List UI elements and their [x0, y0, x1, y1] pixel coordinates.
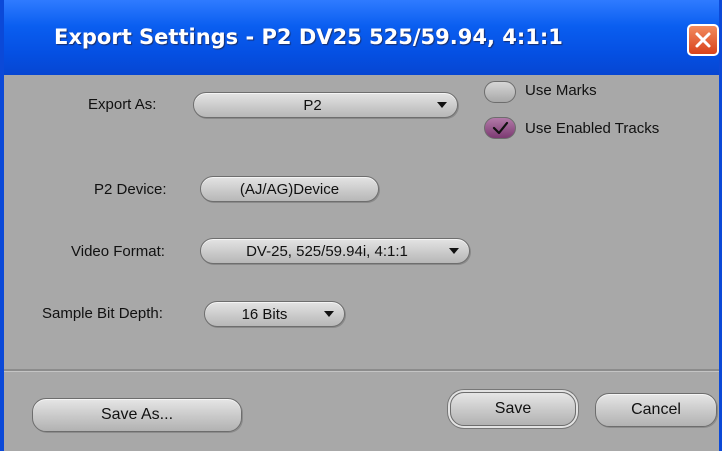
- title-bar[interactable]: Export Settings - P2 DV25 525/59.94, 4:1…: [4, 0, 719, 75]
- video-format-dropdown[interactable]: DV-25, 525/59.94i, 4:1:1: [200, 238, 470, 264]
- close-icon: [695, 32, 711, 48]
- chevron-down-icon: [324, 311, 334, 317]
- use-enabled-tracks-checkbox[interactable]: [484, 117, 516, 139]
- dialog-content: Export As: P2 Use Marks Use Enabled Trac…: [4, 75, 719, 451]
- sample-bit-depth-value: 16 Bits: [241, 305, 288, 323]
- export-as-label: Export As:: [88, 96, 157, 113]
- save-button[interactable]: Save: [450, 392, 576, 426]
- export-settings-dialog: Export Settings - P2 DV25 525/59.94, 4:1…: [0, 0, 722, 451]
- use-marks-checkbox[interactable]: [484, 81, 516, 103]
- cancel-button[interactable]: Cancel: [595, 393, 717, 427]
- use-marks-label: Use Marks: [525, 82, 597, 99]
- p2-device-value: (AJ/AG)Device: [239, 180, 340, 198]
- p2-device-label: P2 Device:: [94, 181, 167, 198]
- video-format-label: Video Format:: [71, 243, 165, 260]
- chevron-down-icon: [437, 102, 447, 108]
- use-enabled-tracks-label: Use Enabled Tracks: [525, 120, 660, 137]
- video-format-value: DV-25, 525/59.94i, 4:1:1: [246, 242, 408, 260]
- sample-bit-depth-label: Sample Bit Depth:: [42, 305, 163, 322]
- export-as-dropdown[interactable]: P2: [193, 92, 458, 118]
- sample-bit-depth-dropdown[interactable]: 16 Bits: [204, 301, 345, 327]
- window-title: Export Settings - P2 DV25 525/59.94, 4:1…: [54, 25, 563, 49]
- save-as-button[interactable]: Save As...: [32, 398, 242, 432]
- chevron-down-icon: [449, 248, 459, 254]
- close-button[interactable]: [687, 24, 719, 56]
- export-as-value: P2: [303, 96, 322, 114]
- checkmark-icon: [492, 121, 509, 135]
- p2-device-button[interactable]: (AJ/AG)Device: [200, 176, 379, 202]
- divider: [4, 369, 719, 372]
